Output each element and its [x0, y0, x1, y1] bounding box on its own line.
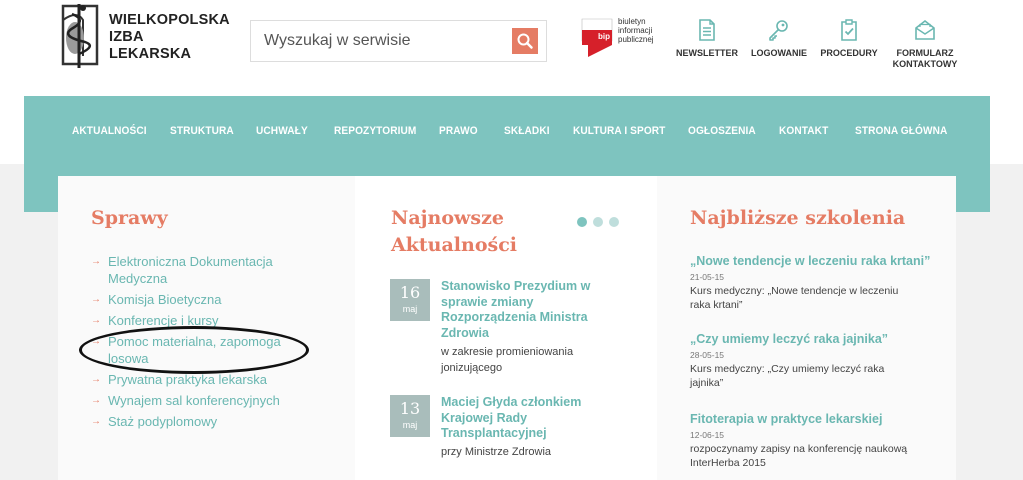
news-item-desc: w zakresie promieniowania jonizującego: [441, 346, 574, 374]
bip-mark: bip: [598, 32, 610, 41]
bip-link[interactable]: bip biuletyn informacji publicznej: [580, 17, 660, 61]
newsletter-link[interactable]: NEWSLETTER: [676, 18, 738, 59]
training-title[interactable]: „Czy umiemy leczyć raka jajnika”: [690, 331, 930, 347]
date-month: maj: [402, 304, 418, 314]
newsletter-label: NEWSLETTER: [676, 48, 738, 58]
search-button[interactable]: [512, 28, 538, 54]
logo-text: WIELKOPOLSKA IZBA LEKARSKA: [109, 12, 230, 63]
carousel-dots: [577, 214, 625, 232]
training-desc: Kurs medyczny: „Czy umiemy leczyć raka j…: [690, 363, 885, 389]
key-icon: [769, 20, 788, 41]
nav-item-struktura[interactable]: STRUKTURA: [170, 125, 234, 137]
date-day: 13: [399, 399, 421, 418]
training-date: 12-06-15: [690, 430, 725, 440]
training-item: „Czy umiemy leczyć raka jajnika” 28-05-1…: [690, 331, 930, 390]
bip-text: biuletyn informacji publicznej: [618, 17, 654, 44]
nav-item-repozytorium[interactable]: REPOZYTORIUM: [334, 125, 416, 137]
caduceus-logo-icon: [61, 4, 99, 68]
sprawy-item-label: Wynajem sal konferencyjnych: [108, 393, 280, 408]
training-title[interactable]: „Nowe tendencje w leczeniu raka krtani”: [690, 253, 930, 269]
top-icon-bar: NEWSLETTER LOGOWANIE PROCEDURY FORMULARZ…: [672, 18, 972, 78]
procedures-label: PROCEDURY: [820, 48, 878, 58]
news-item: 13 maj Maciej Głyda członkiem Krajowej R…: [390, 395, 610, 465]
bip-line: informacji: [618, 26, 653, 35]
nav-item-kultura-i-sport[interactable]: KULTURA I SPORT: [573, 125, 665, 137]
date-badge: 13 maj: [390, 395, 430, 437]
arrow-right-icon: →: [91, 416, 101, 427]
envelope-icon: [915, 19, 935, 40]
login-link[interactable]: LOGOWANIE: [750, 18, 808, 59]
nav-item-ogloszenia[interactable]: OGŁOSZENIA: [688, 125, 756, 137]
news-item-desc: przy Ministrze Zdrowia: [441, 446, 552, 458]
login-label: LOGOWANIE: [751, 48, 807, 58]
bip-line: biuletyn: [618, 17, 646, 26]
bip-flag-icon: bip: [581, 18, 613, 57]
news-item-title[interactable]: Maciej Głyda członkiem Krajowej Rady Tra…: [441, 395, 611, 442]
contact-form-label-line: KONTAKTOWY: [892, 59, 958, 69]
trainings-panel: Najbliższe szkolenia „Nowe tendencje w l…: [657, 176, 956, 480]
training-date: 21-05-15: [690, 272, 725, 282]
procedures-link[interactable]: PROCEDURY: [820, 18, 878, 59]
highlight-ellipse: [79, 326, 309, 374]
trainings-title: Najbliższe szkolenia: [690, 207, 906, 229]
main-nav: AKTUALNOŚCI STRUKTURA UCHWAŁY REPOZYTORI…: [24, 96, 990, 164]
logo-line-3: LEKARSKA: [109, 46, 192, 62]
training-item: Fitoterapia w praktyce lekarskiej 12-06-…: [690, 411, 930, 470]
sprawy-item-label: Staż podyplomowy: [108, 414, 218, 429]
arrow-right-icon: →: [91, 315, 101, 326]
date-day: 16: [399, 283, 421, 302]
news-title-line: Najnowsze: [391, 207, 504, 229]
arrow-right-icon: →: [91, 374, 101, 385]
site-logo[interactable]: WIELKOPOLSKA IZBA LEKARSKA: [57, 0, 230, 72]
training-desc: rozpoczynamy zapisy na konferencję nauko…: [690, 443, 908, 469]
contact-form-label: FORMULARZ KONTAKTOWY: [890, 47, 960, 70]
date-badge: 16 maj: [390, 279, 430, 321]
arrow-right-icon: →: [91, 256, 101, 267]
carousel-dot[interactable]: [593, 217, 603, 227]
search-box: [250, 20, 547, 62]
sprawy-item-label: Elektroniczna Dokumentacja Medyczna: [108, 254, 273, 286]
arrow-right-icon: →: [91, 294, 101, 305]
clipboard-check-icon: [841, 19, 857, 41]
sprawy-item[interactable]: → Komisja Bioetyczna: [91, 291, 321, 308]
news-panel: Najnowsze Aktualności 16 maj Stanowisko …: [355, 176, 657, 480]
training-date: 28-05-15: [690, 350, 725, 360]
training-item: „Nowe tendencje w leczeniu raka krtani” …: [690, 253, 930, 312]
nav-item-kontakt[interactable]: KONTAKT: [779, 125, 828, 137]
search-icon: [517, 33, 533, 49]
news-title: Najnowsze Aktualności: [391, 205, 517, 259]
sprawy-item[interactable]: → Elektroniczna Dokumentacja Medyczna: [91, 253, 321, 287]
sprawy-item[interactable]: → Wynajem sal konferencyjnych: [91, 392, 321, 409]
training-desc: Kurs medyczny: „Nowe tendencje w leczeni…: [690, 285, 899, 311]
nav-item-aktualnosci[interactable]: AKTUALNOŚCI: [72, 125, 147, 137]
news-item: 16 maj Stanowisko Prezydium w sprawie zm…: [390, 279, 610, 379]
logo-line-2: IZBA: [109, 29, 144, 45]
sprawy-item[interactable]: → Staż podyplomowy: [91, 413, 321, 430]
contact-form-link[interactable]: FORMULARZ KONTAKTOWY: [890, 18, 960, 70]
logo-line-1: WIELKOPOLSKA: [109, 12, 230, 28]
nav-item-uchwaly[interactable]: UCHWAŁY: [256, 125, 308, 137]
date-month: maj: [402, 420, 418, 430]
nav-item-skladki[interactable]: SKŁADKI: [504, 125, 550, 137]
training-title[interactable]: Fitoterapia w praktyce lekarskiej: [690, 411, 930, 427]
arrow-right-icon: →: [91, 395, 101, 406]
sprawy-item-label: Komisja Bioetyczna: [108, 292, 222, 307]
news-title-line: Aktualności: [391, 234, 517, 256]
carousel-dot[interactable]: [609, 217, 619, 227]
sprawy-item-label: Prywatna praktyka lekarska: [108, 372, 267, 387]
sprawy-title: Sprawy: [91, 207, 168, 229]
bip-line: publicznej: [618, 35, 654, 44]
nav-item-prawo[interactable]: PRAWO: [439, 125, 478, 137]
search-input[interactable]: [251, 21, 501, 61]
news-item-title[interactable]: Stanowisko Prezydium w sprawie zmiany Ro…: [441, 279, 611, 341]
newsletter-icon: [699, 19, 715, 41]
nav-item-strona-glowna[interactable]: STRONA GŁÓWNA: [855, 125, 947, 137]
carousel-dot[interactable]: [577, 217, 587, 227]
